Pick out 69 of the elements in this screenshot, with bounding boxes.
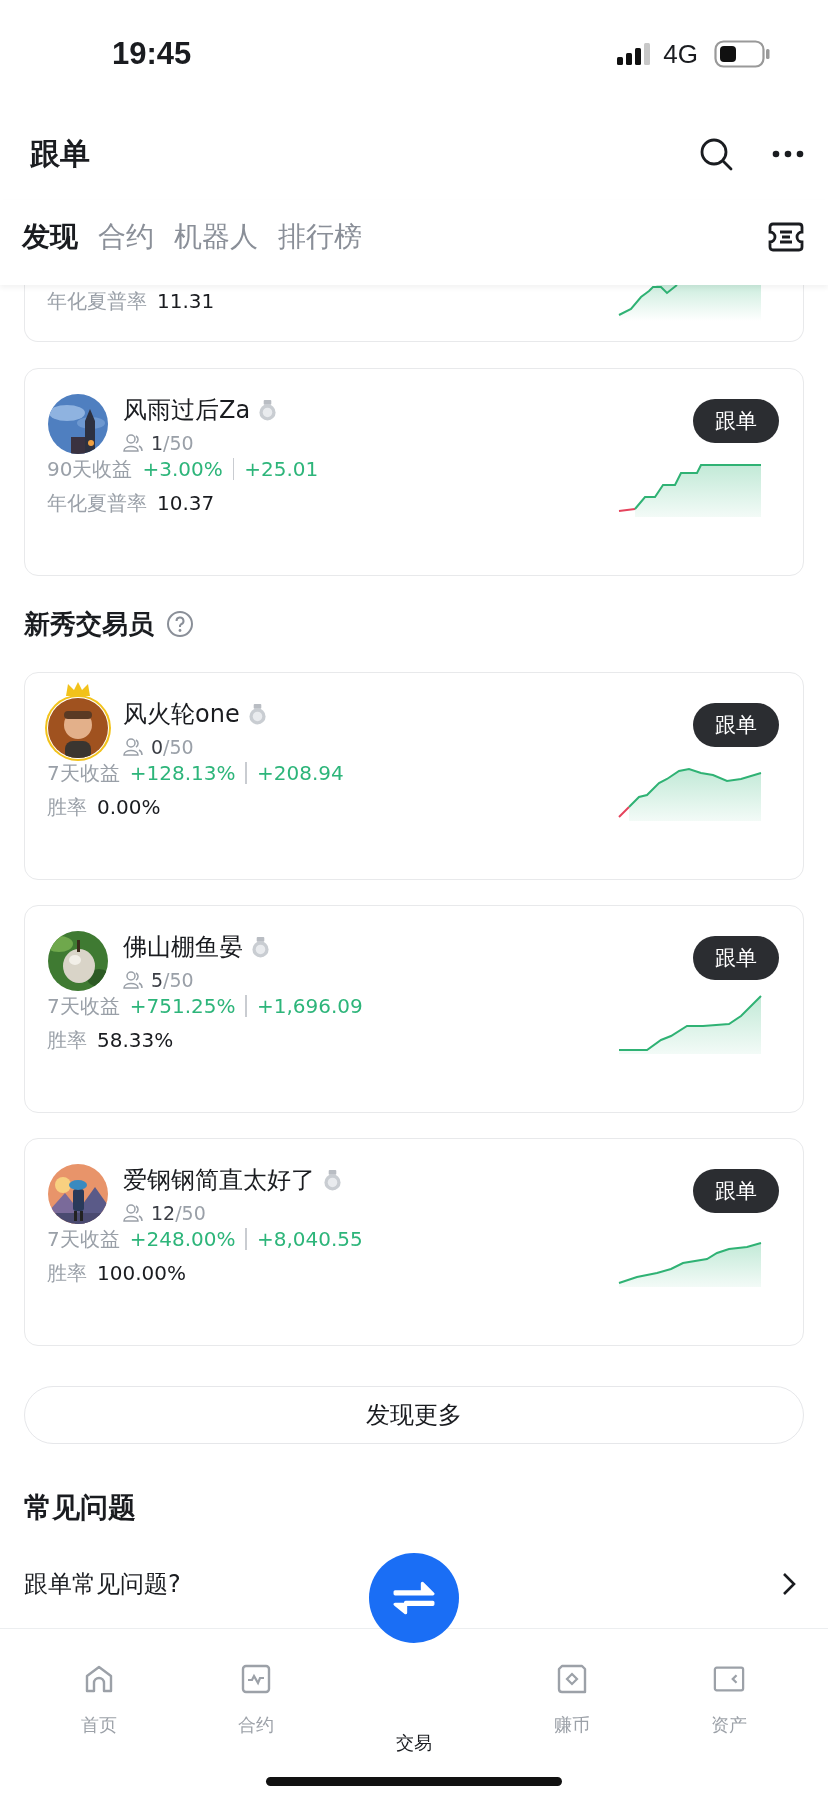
follow-button[interactable]: 跟单: [693, 936, 779, 980]
faq-item[interactable]: 跟单常见问题?: [24, 1568, 181, 1600]
trader-card[interactable]: 风雨过后Za 1/50 跟单 90天收益 +3.00% +25.01 年化夏普率 10.37: [24, 368, 804, 576]
follow-button[interactable]: 跟单: [693, 1169, 779, 1213]
trader-name: 风火轮one: [123, 699, 240, 730]
status-time: 19:45: [112, 36, 192, 72]
nav-label: 赚币: [553, 1713, 590, 1737]
discover-more-button[interactable]: 发现更多: [24, 1386, 804, 1444]
follower-count: 1/50: [151, 432, 194, 454]
metric-value: 100.00%: [97, 1260, 186, 1287]
chevron-right-icon[interactable]: [782, 1572, 796, 1596]
search-icon[interactable]: [698, 136, 734, 172]
return-percent: +3.00%: [142, 456, 223, 483]
pnl-value: +208.94: [257, 760, 344, 787]
chart-icon: [240, 1663, 273, 1695]
more-icon[interactable]: [772, 150, 804, 158]
period-label: 90天收益: [47, 456, 133, 483]
nav-tab[interactable]: 交易: [354, 1713, 474, 1800]
period-label: 7天收益: [47, 993, 120, 1020]
period-label: 7天收益: [47, 1226, 120, 1253]
battery-icon: [714, 40, 770, 68]
people-icon: [123, 971, 143, 989]
metric-value: 0.00%: [97, 794, 161, 821]
trader-card[interactable]: 爱钢钢简直太好了 12/50 跟单 7天收益 +248.00% +8,040.55 胜率 100.00%: [24, 1138, 804, 1346]
pnl-value: +8,040.55: [257, 1226, 363, 1253]
trader-name: 佛山棚鱼晏: [123, 932, 243, 963]
metric-label: 胜率: [47, 794, 87, 821]
medal-icon: [251, 936, 270, 958]
follower-count: 12/50: [151, 1202, 206, 1224]
section-title: 新秀交易员: [24, 607, 154, 641]
people-icon: [123, 1204, 143, 1222]
follow-button[interactable]: 跟单: [693, 703, 779, 747]
people-icon: [123, 738, 143, 756]
return-percent: +248.00%: [129, 1226, 236, 1253]
network-label: 4G: [663, 38, 698, 70]
help-icon[interactable]: [166, 610, 194, 638]
trader-name: 风雨过后Za: [123, 395, 251, 426]
pnl-value: +1,696.09: [257, 993, 363, 1020]
nav-label: 交易: [396, 1731, 432, 1755]
trader-card[interactable]: 佛山棚鱼晏 5/50 跟单 7天收益 +751.25% +1,696.09 胜率 58.33%: [24, 905, 804, 1113]
metric-value: 10.37: [157, 490, 215, 517]
swap-icon: [393, 1580, 435, 1616]
metric-label: 年化夏普率: [47, 490, 147, 517]
trader-card[interactable]: 风火轮one 0/50 跟单 7天收益 +128.13% +208.94 胜率 0.00%: [24, 672, 804, 880]
metric-label: 胜率: [47, 1027, 87, 1054]
section-title: 常见问题: [24, 1490, 137, 1526]
trader-name: 爱钢钢简直太好了: [123, 1165, 315, 1196]
metric-value: 11.31: [157, 288, 215, 315]
nav-label: 首页: [80, 1713, 117, 1737]
metric-label: 胜率: [47, 1260, 87, 1287]
period-label: 7天收益: [47, 760, 120, 787]
return-percent: +751.25%: [129, 993, 236, 1020]
metric-label: 年化夏普率: [47, 288, 147, 315]
medal-icon: [247, 703, 267, 725]
follower-count: 5/50: [151, 969, 194, 991]
medal-icon: [258, 399, 278, 421]
tab[interactable]: 发现: [22, 217, 78, 256]
follow-button[interactable]: 跟单: [693, 399, 779, 443]
nav-label: 资产: [711, 1713, 748, 1737]
people-icon: [123, 434, 143, 452]
metric-value: 58.33%: [97, 1027, 174, 1054]
nav-label: 合约: [238, 1713, 275, 1737]
ticket-icon[interactable]: [768, 221, 804, 252]
return-percent: +128.13%: [129, 760, 236, 787]
medal-icon: [323, 1169, 342, 1191]
pnl-value: +25.01: [244, 456, 319, 483]
page-title: 跟单: [30, 134, 90, 173]
follower-count: 0/50: [151, 736, 194, 758]
trader-card[interactable]: 年化夏普率 11.31: [24, 285, 804, 342]
